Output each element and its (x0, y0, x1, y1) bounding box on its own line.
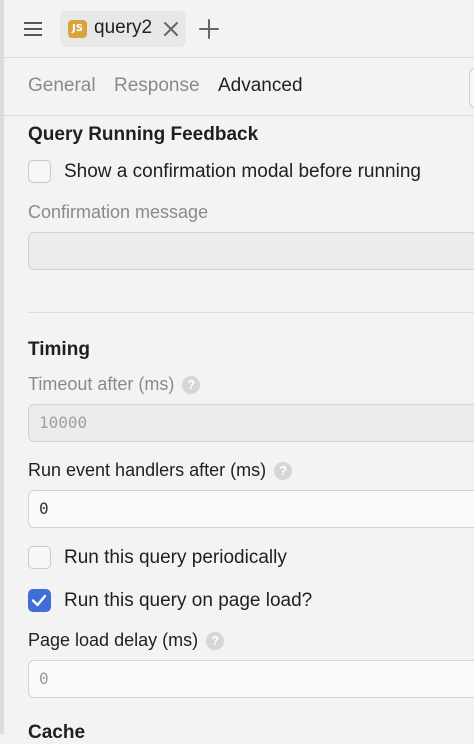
cache-heading: Cache (28, 722, 86, 743)
tab-query2[interactable]: JS query2 (60, 11, 186, 47)
page-load-checkbox[interactable] (28, 589, 51, 612)
panel-toggle-button[interactable] (469, 68, 474, 108)
confirmation-message-label: Confirmation message (28, 202, 209, 222)
tab-response[interactable]: Response (114, 75, 200, 97)
js-badge-icon: JS (68, 20, 87, 38)
page-load-delay-label-text: Page load delay (ms) (28, 630, 199, 650)
timeout-label: Timeout after (ms)? (28, 374, 201, 395)
query-tab-bar: JS query2 (4, 0, 474, 58)
close-icon[interactable] (160, 18, 182, 40)
timing-heading: Timing (28, 339, 90, 360)
query-editor-panel: JS query2 General Response Advanced Quer… (0, 0, 474, 743)
timeout-input[interactable]: 10000 (28, 404, 474, 442)
checkmark-icon (31, 594, 47, 607)
tab-general[interactable]: General (28, 75, 96, 97)
section-tabs: General Response Advanced (4, 58, 474, 116)
page-load-delay-input[interactable]: 0 (28, 660, 474, 698)
tab-label: query2 (94, 17, 153, 38)
timeout-label-text: Timeout after (ms) (28, 374, 175, 394)
add-tab-icon[interactable] (196, 16, 222, 42)
page-load-label: Run this query on page load? (64, 590, 313, 611)
help-icon[interactable]: ? (182, 376, 201, 394)
query-feedback-heading: Query Running Feedback (28, 124, 259, 145)
run-handlers-label-text: Run event handlers after (ms) (28, 460, 267, 480)
tab-advanced[interactable]: Advanced (218, 75, 303, 97)
periodic-checkbox[interactable] (28, 546, 51, 569)
confirmation-message-input[interactable] (28, 232, 474, 270)
run-handlers-input[interactable]: 0 (28, 490, 474, 528)
periodic-label: Run this query periodically (64, 547, 287, 568)
help-icon[interactable]: ? (206, 632, 225, 650)
confirm-modal-label: Show a confirmation modal before running (64, 161, 421, 182)
help-icon[interactable]: ? (274, 462, 293, 480)
page-load-delay-label: Page load delay (ms)? (28, 630, 225, 651)
section-divider (28, 312, 474, 313)
hamburger-menu-icon[interactable] (24, 19, 44, 39)
run-handlers-label: Run event handlers after (ms)? (28, 460, 293, 481)
confirm-modal-checkbox[interactable] (28, 160, 51, 183)
